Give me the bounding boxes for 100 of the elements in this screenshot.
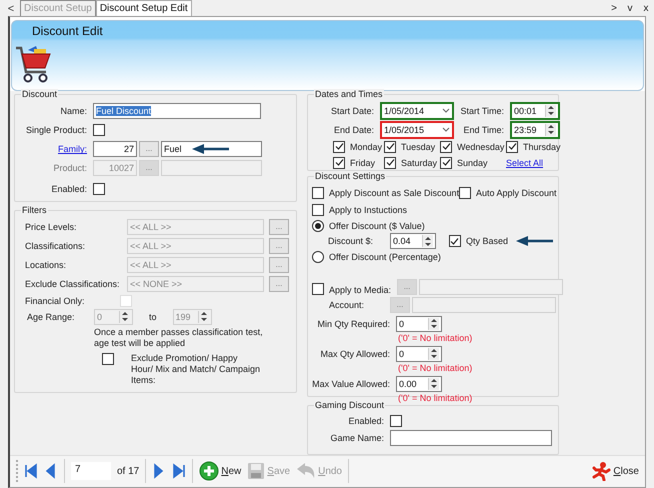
group-title: Gaming Discount — [314, 400, 386, 411]
family-name-field[interactable]: Fuel — [161, 141, 262, 158]
spinner-icon[interactable] — [428, 378, 439, 390]
checkbox[interactable] — [440, 156, 452, 169]
game-name-field[interactable] — [390, 430, 552, 446]
checkbox[interactable] — [506, 140, 518, 153]
first-page-icon[interactable] — [24, 462, 38, 480]
checkbox-label: Sunday — [457, 158, 488, 168]
page-number-field[interactable]: 7 — [71, 462, 111, 480]
spinner-icon[interactable] — [545, 104, 556, 117]
undo-arrow-icon — [296, 462, 316, 480]
close-button[interactable]: Close — [591, 461, 639, 482]
chevron-icon[interactable] — [442, 108, 450, 114]
group-title: Discount Settings — [314, 170, 386, 182]
field-label: Max Value Allowed: — [312, 378, 391, 389]
checkbox[interactable] — [93, 182, 105, 195]
radio-label: Offer Discount (Percentage) — [329, 252, 441, 262]
browse-button[interactable]: ... — [269, 257, 289, 274]
field-label: Financial Only: — [25, 296, 86, 306]
checkbox[interactable] — [312, 186, 324, 199]
window-control[interactable]: x — [638, 2, 654, 16]
group-title: Filters — [21, 204, 48, 216]
checkbox[interactable] — [448, 235, 461, 248]
discount-amount-field[interactable]: 0.04 — [390, 233, 436, 250]
checkbox-label: Apply to Instuctions — [329, 205, 408, 216]
limit-field[interactable]: 0 — [396, 316, 442, 332]
checkbox-label: Auto Apply Discount — [476, 188, 557, 198]
hint-text: ('0' = No limitation) — [398, 363, 472, 374]
field-label: Age Range: — [27, 312, 76, 322]
checkbox[interactable] — [384, 156, 396, 169]
field-label: Name: — [59, 106, 88, 116]
new-button[interactable]: New — [199, 461, 242, 482]
chevron-icon[interactable] — [442, 126, 450, 133]
time-field[interactable]: 23:59 — [510, 120, 560, 139]
spinner-icon[interactable] — [428, 348, 439, 360]
spinner-icon[interactable] — [198, 310, 209, 323]
field-label: Min Qty Required: — [316, 318, 391, 329]
checkbox-label: Tuesday — [401, 142, 436, 152]
browse-button[interactable]: ... — [139, 141, 159, 158]
window-control[interactable]: v — [622, 2, 638, 16]
spinner-icon[interactable] — [422, 235, 433, 248]
checkbox-label: Apply to Media: — [329, 284, 392, 295]
account-field[interactable] — [412, 296, 556, 313]
field-label: Max Qty Allowed: — [319, 348, 391, 359]
field-label: Locations: — [25, 260, 68, 270]
scroll-left-button[interactable]: < — [2, 2, 20, 16]
field-label: Product: — [52, 163, 88, 174]
time-field[interactable]: 00:01 — [510, 102, 560, 120]
browse-button[interactable]: ... — [269, 238, 289, 254]
checkbox[interactable] — [102, 352, 114, 365]
radio-button[interactable] — [312, 220, 324, 232]
checkbox[interactable] — [384, 140, 396, 153]
select-all-link[interactable]: Select All — [506, 158, 544, 168]
field-label: Enabled: — [50, 184, 88, 194]
window-control[interactable]: > — [606, 2, 622, 16]
field-label: End Time: — [462, 124, 505, 135]
checkbox[interactable] — [333, 156, 345, 169]
checkbox[interactable] — [93, 124, 105, 136]
limit-field[interactable]: 0.00 — [396, 376, 442, 392]
checkbox-label: Friday — [350, 158, 376, 168]
radio-button[interactable] — [312, 251, 324, 264]
running-figure-icon — [591, 461, 612, 482]
date-picker[interactable]: 1/05/2015 — [380, 120, 454, 139]
arrow-annotation — [192, 144, 230, 154]
field-label: Game Name: — [329, 433, 385, 444]
field-label: Account: — [329, 300, 366, 310]
date-picker[interactable]: 1/05/2014 — [380, 102, 454, 120]
spinner-icon[interactable] — [545, 124, 556, 136]
plus-icon — [199, 461, 220, 482]
family-link[interactable]: Family: — [19, 144, 93, 154]
field-label: Exclude Classifications: — [25, 279, 121, 290]
group-title: Dates and Times — [314, 88, 384, 100]
media-field[interactable] — [419, 278, 564, 295]
name-field[interactable]: Fuel Discount — [93, 103, 261, 120]
radio-label: Offer Discount ($ Value) — [329, 220, 425, 231]
browse-button[interactable]: ... — [269, 219, 289, 236]
checkbox-label: Apply Discount as Sale Discount — [329, 188, 460, 198]
tab[interactable]: Discount Setup Edit — [96, 0, 192, 16]
group-title: Discount — [21, 88, 58, 100]
previous-icon[interactable] — [44, 462, 58, 480]
spinner-icon[interactable] — [428, 318, 439, 330]
checkbox-label: Saturday — [401, 158, 438, 168]
field-label: End Date: — [332, 124, 375, 135]
checkbox-label: Thursday — [523, 142, 561, 152]
field-label: Price Levels: — [25, 222, 78, 232]
page-count: of 17 — [117, 466, 140, 477]
checkbox[interactable] — [312, 282, 324, 295]
browse-button[interactable]: ... — [269, 276, 289, 292]
last-page-icon[interactable] — [172, 462, 186, 480]
checkbox[interactable] — [459, 186, 471, 199]
checkbox[interactable] — [333, 140, 345, 153]
hint-text: ('0' = No limitation) — [398, 333, 472, 344]
checkbox[interactable] — [440, 140, 452, 153]
field-label: Enabled: — [347, 416, 385, 426]
checkbox[interactable] — [312, 204, 324, 216]
checkbox[interactable] — [390, 414, 402, 427]
limit-field[interactable]: 0 — [396, 346, 442, 362]
field-label: Classifications: — [25, 241, 86, 252]
field-label: Discount $: — [328, 236, 374, 246]
family-code-field[interactable]: 27 — [93, 141, 137, 158]
